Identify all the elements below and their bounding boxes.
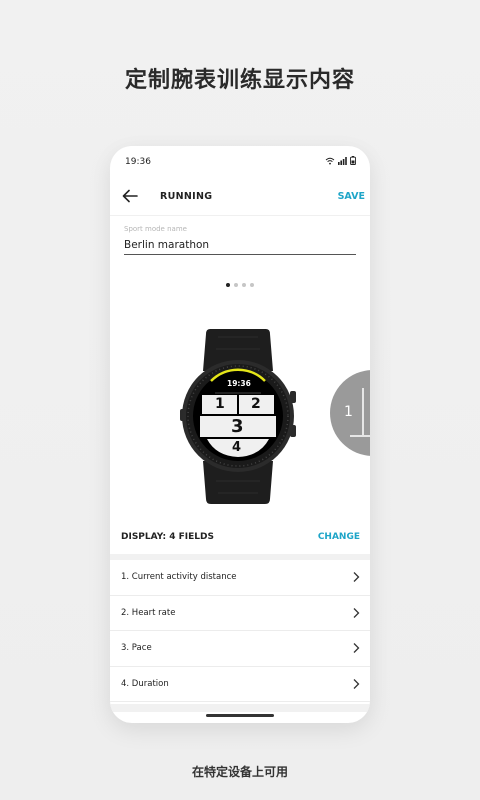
watch-field-3: 3 [231,416,244,437]
carousel-dot[interactable] [250,283,254,287]
watch-field-2: 2 [251,396,261,412]
sport-mode-input[interactable]: Berlin marathon [124,238,356,255]
list-bottom-divider [110,704,370,712]
back-arrow-icon[interactable] [121,187,139,205]
list-item[interactable]: 2. Heart rate [110,596,370,631]
watch-time: 19:36 [227,379,251,388]
list-item[interactable]: 1. Current activity distance [110,560,370,596]
sport-mode-field: Sport mode name Berlin marathon [110,216,370,260]
list-item-label: 4. Duration [121,678,169,689]
wifi-icon [325,157,335,164]
chevron-right-icon [353,607,360,618]
watch-preview[interactable]: 19:36 1 2 3 4 [178,329,298,504]
list-item-label: 1. Current activity distance [121,572,237,582]
watch-field-1: 1 [215,396,225,412]
display-fields-label: DISPLAY: 4 FIELDS [121,532,214,542]
peek-field-1: 1 [344,404,353,420]
status-bar: 19:36 [110,146,370,178]
save-button[interactable]: SAVE [338,191,365,202]
list-item[interactable]: 3. Pace [110,631,370,667]
home-indicator[interactable] [206,714,274,717]
fields-list: 1. Current activity distance 2. Heart ra… [110,560,370,702]
status-icons [325,156,356,165]
list-item[interactable]: 4. Duration [110,667,370,702]
chevron-right-icon [353,678,360,689]
carousel-dot[interactable] [234,283,238,287]
carousel-dot[interactable] [242,283,246,287]
phone-screen: 19:36 RUNNING SAVE Sport mode name Berli… [110,146,370,723]
watch-field-4: 4 [232,440,242,455]
promo-title: 定制腕表训练显示内容 [124,68,355,93]
carousel-dot[interactable] [226,283,230,287]
battery-icon [350,156,356,165]
app-bar: RUNNING SAVE [110,178,370,216]
signal-icon [338,156,347,165]
availability-note: 在特定设备上可用 [191,765,288,779]
change-display-button[interactable]: CHANGE [318,532,360,542]
chevron-right-icon [353,572,360,582]
next-watch-preview[interactable]: 1 [330,370,370,456]
carousel-indicator [110,283,370,287]
list-item-label: 3. Pace [121,643,152,653]
display-settings-row: DISPLAY: 4 FIELDS CHANGE [110,526,370,546]
page-title: RUNNING [160,191,213,202]
sport-mode-label: Sport mode name [124,225,187,233]
list-item-label: 2. Heart rate [121,607,176,618]
chevron-right-icon [353,643,360,653]
status-time: 19:36 [125,157,151,167]
